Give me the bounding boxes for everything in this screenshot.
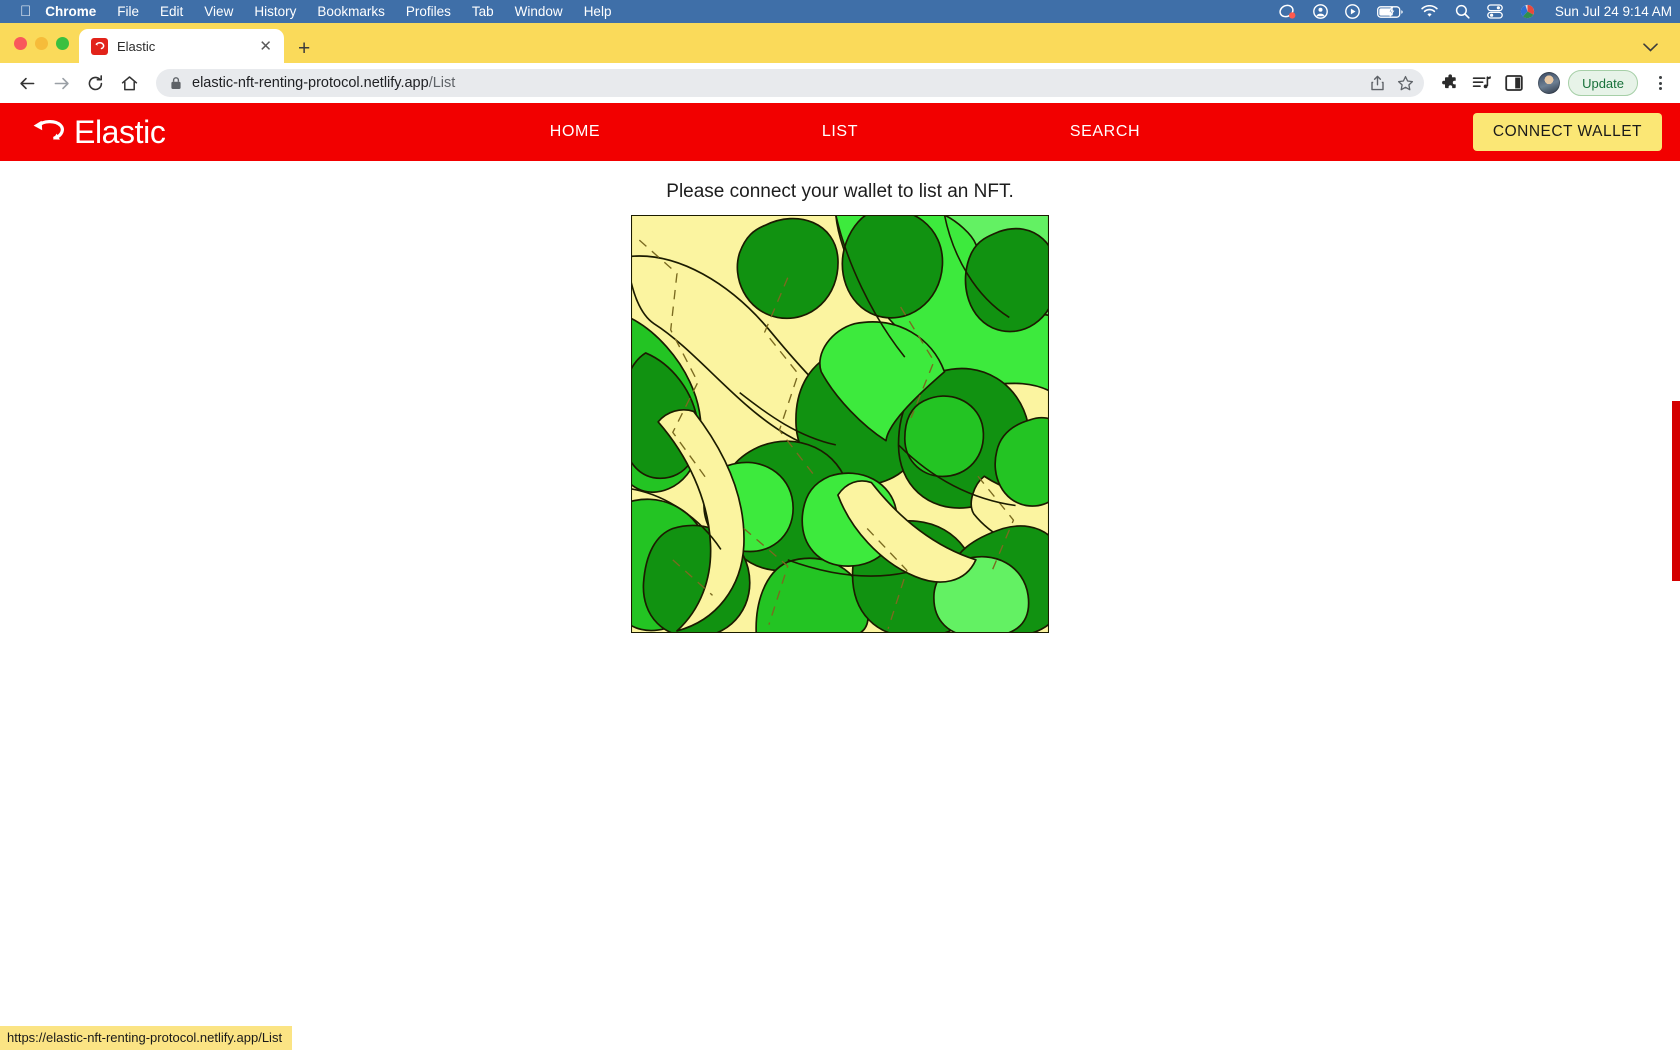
- home-button[interactable]: [114, 68, 144, 98]
- site-nav-links: HOME LIST SEARCH: [0, 123, 1680, 141]
- menu-item-chrome[interactable]: Chrome: [45, 4, 96, 19]
- back-button[interactable]: [12, 68, 42, 98]
- page-content: Please connect your wallet to list an NF…: [0, 161, 1680, 633]
- nav-link-search[interactable]: SEARCH: [973, 123, 1238, 141]
- browser-tab-title: Elastic: [117, 38, 156, 54]
- menu-bar-tray: Sun Jul 24 9:14 AM: [1279, 0, 1672, 23]
- menu-item-window[interactable]: Window: [515, 4, 563, 19]
- page-viewport: Elastic HOME LIST SEARCH CONNECT WALLET …: [0, 103, 1680, 1050]
- window-minimize-button[interactable]: [35, 36, 48, 50]
- update-button[interactable]: Update: [1568, 70, 1638, 96]
- site-navbar: Elastic HOME LIST SEARCH CONNECT WALLET: [0, 103, 1680, 161]
- menu-item-tab[interactable]: Tab: [472, 4, 494, 19]
- connect-wallet-notice: Please connect your wallet to list an NF…: [666, 181, 1014, 202]
- extensions-puzzle-piece-icon[interactable]: [1436, 69, 1464, 97]
- browser-tab-strip: Elastic ✕ +: [0, 23, 1680, 63]
- browser-tab[interactable]: Elastic ✕: [79, 29, 284, 63]
- user-account-icon[interactable]: [1313, 4, 1328, 19]
- link-status-bar: https://elastic-nft-renting-protocol.net…: [0, 1026, 293, 1050]
- profile-avatar[interactable]: [1538, 72, 1561, 94]
- reload-button[interactable]: [80, 68, 110, 98]
- three-dot-menu-icon[interactable]: [1652, 76, 1668, 90]
- window-close-button[interactable]: [14, 36, 27, 50]
- elastic-loop-favicon: [91, 37, 108, 55]
- window-traffic-lights: [10, 23, 79, 63]
- page-scrollbar[interactable]: [1672, 161, 1680, 1050]
- macos-menu-bar:  Chrome File Edit View History Bookmark…: [0, 0, 1680, 23]
- side-panel-icon[interactable]: [1500, 69, 1528, 97]
- new-tab-button[interactable]: +: [298, 38, 310, 59]
- menu-item-file[interactable]: File: [117, 4, 139, 19]
- battery-charging-icon[interactable]: [1376, 5, 1404, 19]
- nav-link-list[interactable]: LIST: [708, 123, 973, 141]
- menu-item-view[interactable]: View: [204, 4, 233, 19]
- apple-logo-icon[interactable]: : [20, 4, 31, 19]
- nav-link-home[interactable]: HOME: [443, 123, 708, 141]
- menu-item-profiles[interactable]: Profiles: [406, 4, 451, 19]
- menu-bar-clock[interactable]: Sun Jul 24 9:14 AM: [1555, 4, 1672, 19]
- bookmark-star-icon[interactable]: [1397, 75, 1414, 92]
- browser-toolbar: elastic-nft-renting-protocol.netlify.app…: [0, 63, 1680, 103]
- site-brand[interactable]: Elastic: [30, 114, 166, 150]
- site-brand-name: Elastic: [74, 114, 166, 150]
- menu-item-edit[interactable]: Edit: [160, 4, 183, 19]
- reading-list-icon[interactable]: [1468, 69, 1496, 97]
- forward-button[interactable]: [46, 68, 76, 98]
- menu-item-history[interactable]: History: [254, 4, 296, 19]
- tab-search-chevron-down-icon[interactable]: [1643, 39, 1658, 57]
- control-center-play-icon[interactable]: [1345, 4, 1360, 19]
- menu-item-bookmarks[interactable]: Bookmarks: [317, 4, 385, 19]
- nft-preview-artwork: [631, 215, 1049, 633]
- spotlight-search-icon[interactable]: [1455, 4, 1470, 19]
- lock-icon[interactable]: [170, 76, 182, 90]
- tab-close-icon[interactable]: ✕: [255, 37, 276, 56]
- window-maximize-button[interactable]: [56, 36, 69, 50]
- url-path: /List: [428, 75, 456, 91]
- siri-icon[interactable]: [1520, 4, 1535, 19]
- control-center-icon[interactable]: [1487, 4, 1503, 19]
- connect-wallet-button[interactable]: CONNECT WALLET: [1472, 113, 1662, 151]
- address-bar-url: elastic-nft-renting-protocol.netlify.app…: [192, 75, 1360, 91]
- share-icon[interactable]: [1370, 75, 1385, 91]
- screen-recording-icon[interactable]: [1279, 4, 1296, 19]
- elastic-loop-arrow-icon: [30, 116, 66, 149]
- address-bar[interactable]: elastic-nft-renting-protocol.netlify.app…: [156, 69, 1425, 97]
- chrome-browser-window: Elastic ✕ + elastic-nft-renting-protocol…: [0, 23, 1680, 1050]
- page-scrollbar-thumb[interactable]: [1672, 401, 1680, 581]
- url-host: elastic-nft-renting-protocol.netlify.app: [192, 75, 429, 91]
- menu-item-help[interactable]: Help: [584, 4, 612, 19]
- wifi-icon[interactable]: [1421, 5, 1438, 18]
